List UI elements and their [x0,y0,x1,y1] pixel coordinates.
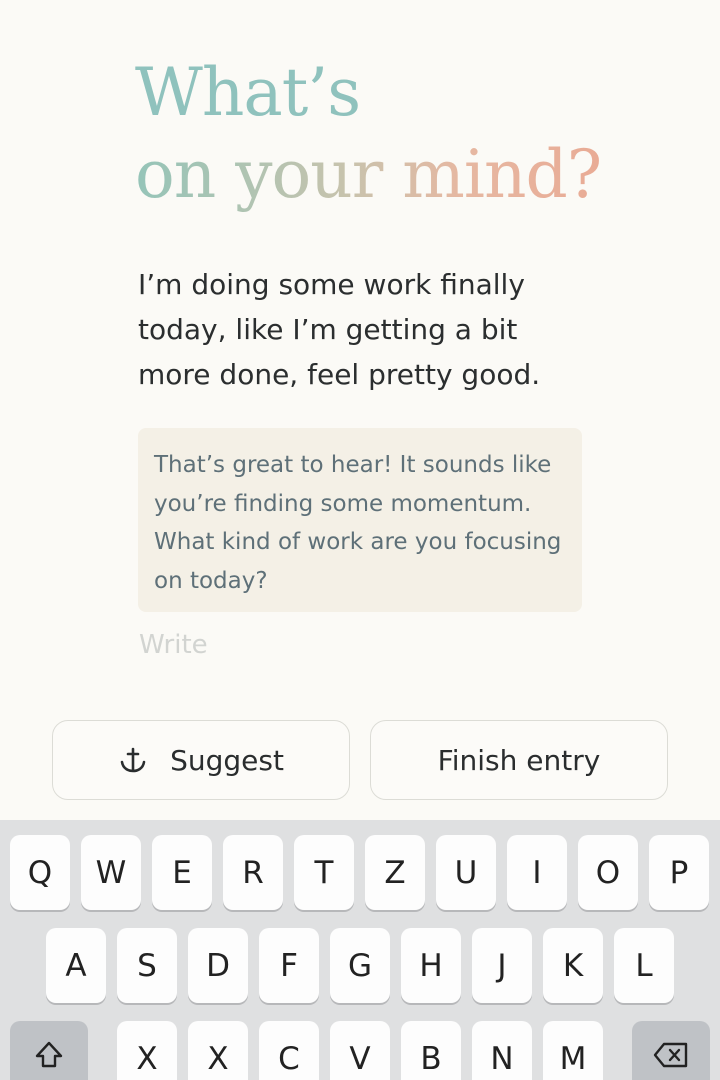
key-k[interactable]: K [543,928,603,1003]
title-line-2: on your mind? [135,134,602,216]
suggest-label: Suggest [170,743,284,777]
key-q[interactable]: Q [10,835,70,910]
key-t[interactable]: T [294,835,354,910]
ai-response-text: That’s great to hear! It sounds like you… [154,452,562,594]
key-u[interactable]: U [436,835,496,910]
key-r[interactable]: R [223,835,283,910]
key-j[interactable]: J [472,928,532,1003]
key-s[interactable]: S [117,928,177,1003]
key-b[interactable]: B [401,1021,461,1080]
keyboard: Q W E R T Z U I O P A S D F G H J K L X … [0,820,720,1080]
delete-icon [653,1041,689,1077]
key-n[interactable]: N [472,1021,532,1080]
write-input[interactable] [139,630,579,660]
key-e[interactable]: E [152,835,212,910]
key-x-2[interactable]: X [188,1021,248,1080]
finish-entry-button[interactable]: Finish entry [370,720,668,800]
key-w[interactable]: W [81,835,141,910]
finish-entry-label: Finish entry [437,743,601,777]
delete-key[interactable] [632,1021,710,1080]
key-a[interactable]: A [46,928,106,1003]
title-line-1: What’s [135,54,361,131]
shift-key[interactable] [10,1021,88,1080]
user-entry-text[interactable]: I’m doing some work finally today, like … [138,262,598,397]
page-title: What’s on your mind? [135,52,602,216]
key-c[interactable]: C [259,1021,319,1080]
shift-icon [32,1038,66,1080]
key-l[interactable]: L [614,928,674,1003]
anchor-icon [118,745,148,775]
key-z[interactable]: Z [365,835,425,910]
ai-response-box: That’s great to hear! It sounds like you… [138,428,582,612]
key-o[interactable]: O [578,835,638,910]
key-i[interactable]: I [507,835,567,910]
key-p[interactable]: P [649,835,709,910]
suggest-button[interactable]: Suggest [52,720,350,800]
key-g[interactable]: G [330,928,390,1003]
key-h[interactable]: H [401,928,461,1003]
key-v[interactable]: V [330,1021,390,1080]
key-m[interactable]: M [543,1021,603,1080]
key-x[interactable]: X [117,1021,177,1080]
key-d[interactable]: D [188,928,248,1003]
key-f[interactable]: F [259,928,319,1003]
